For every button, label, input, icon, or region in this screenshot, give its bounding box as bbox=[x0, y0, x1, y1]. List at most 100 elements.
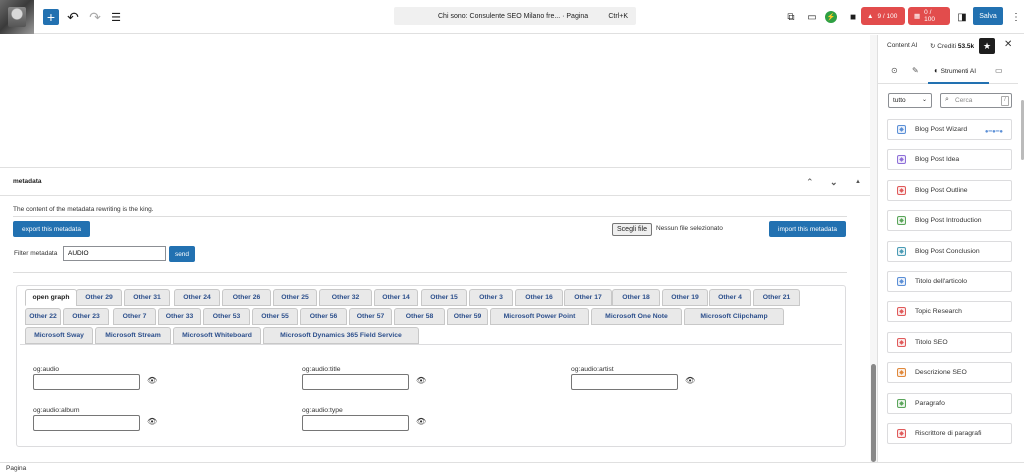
export-metadata-button[interactable]: export this metadata bbox=[13, 221, 90, 237]
choose-file-button[interactable]: Scegli file bbox=[612, 223, 652, 236]
tab-23[interactable]: Other 57 bbox=[349, 308, 392, 325]
search-icon: ⌕ bbox=[945, 96, 949, 103]
field-label: og:audio:type bbox=[302, 407, 343, 414]
view-page-icon[interactable]: ⧉ bbox=[782, 8, 800, 26]
eye-icon[interactable]: 👁 bbox=[685, 376, 695, 385]
refresh-icon[interactable]: ↻ bbox=[930, 43, 935, 50]
field-label: og:audio:title bbox=[302, 366, 341, 373]
tab-26[interactable]: Microsoft Power Point bbox=[490, 308, 589, 325]
tab-8[interactable]: Other 15 bbox=[421, 289, 467, 306]
tool-label: Paragrafo bbox=[915, 399, 945, 407]
tab-0[interactable]: open graph bbox=[25, 289, 77, 306]
tab-7[interactable]: Other 14 bbox=[374, 289, 418, 306]
write-tab-icon[interactable]: ✎ bbox=[912, 66, 919, 75]
eye-icon[interactable]: 👁 bbox=[147, 376, 157, 385]
tab-strumenti-ai[interactable]: ◐ Strumenti AI bbox=[934, 66, 976, 75]
tool-label: Blog Post Introduction bbox=[915, 217, 982, 225]
send-button[interactable]: send bbox=[169, 246, 195, 262]
sidebar-toggle-icon[interactable]: ◨ bbox=[953, 8, 971, 26]
tab-18[interactable]: Other 7 bbox=[113, 308, 156, 325]
tab-19[interactable]: Other 33 bbox=[158, 308, 201, 325]
site-icon[interactable] bbox=[0, 0, 34, 34]
performance-icon[interactable]: ⚡ bbox=[825, 11, 837, 23]
og-audio-title-input[interactable] bbox=[302, 374, 409, 390]
star-icon[interactable]: ★ bbox=[979, 38, 995, 54]
redo-icon[interactable]: ↷ bbox=[86, 8, 104, 26]
og-audio-type-input[interactable] bbox=[302, 415, 409, 431]
tab-32[interactable]: Microsoft Dynamics 365 Field Service bbox=[263, 327, 419, 344]
tab-27[interactable]: Microsoft One Note bbox=[591, 308, 682, 325]
tab-20[interactable]: Other 53 bbox=[203, 308, 250, 325]
collapse-arrow-icon[interactable]: ▲ bbox=[855, 179, 861, 185]
tool-item[interactable]: ◆ Blog Post Outline bbox=[887, 179, 1012, 201]
tab-14[interactable]: Other 4 bbox=[709, 289, 751, 306]
eye-icon[interactable]: 👁 bbox=[416, 376, 426, 385]
seo-score-badge[interactable]: ▲ 9 / 100 bbox=[861, 7, 905, 25]
eye-icon[interactable]: 👁 bbox=[147, 417, 157, 426]
undo-icon[interactable]: ↶ bbox=[64, 8, 82, 26]
tool-item[interactable]: ◆ Blog Post Idea bbox=[887, 149, 1012, 171]
tool-item[interactable]: ◆ Blog Post Introduction bbox=[887, 210, 1012, 232]
tool-icon: ◆ bbox=[897, 185, 906, 195]
tab-1[interactable]: Other 29 bbox=[76, 289, 122, 306]
save-button[interactable]: Salva bbox=[973, 7, 1003, 25]
tab-28[interactable]: Microsoft Clipchamp bbox=[684, 308, 784, 325]
og-audio-artist-input[interactable] bbox=[571, 374, 678, 390]
tool-item[interactable]: ◆ Paragrafo bbox=[887, 392, 1012, 414]
tab-11[interactable]: Other 17 bbox=[564, 289, 612, 306]
tool-item[interactable]: ◆ Riscrittore di paragrafi bbox=[887, 423, 1012, 444]
more-options-icon[interactable]: ⋮ bbox=[1007, 8, 1024, 26]
tab-5[interactable]: Other 25 bbox=[273, 289, 317, 306]
breadcrumb[interactable]: Pagina bbox=[6, 465, 26, 472]
chevron-up-icon[interactable]: ⌃ bbox=[806, 177, 814, 188]
chat-tab-icon[interactable]: ▭ bbox=[995, 66, 1003, 75]
tab-21[interactable]: Other 55 bbox=[252, 308, 298, 325]
field-label: og:audio:album bbox=[33, 407, 80, 414]
research-tab-icon[interactable]: ⊙ bbox=[891, 66, 898, 75]
tool-item[interactable]: ◆ Blog Post Wizard ●━●━● bbox=[887, 119, 1012, 140]
document-bar[interactable]: Chi sono: Consulente SEO Milano fre... ·… bbox=[394, 7, 636, 25]
tool-item[interactable]: ◆ Titolo SEO bbox=[887, 331, 1012, 353]
og-audio-album-input[interactable] bbox=[33, 415, 140, 431]
tab-30[interactable]: Microsoft Stream bbox=[95, 327, 171, 344]
tool-label: Riscrittore di paragrafi bbox=[915, 430, 982, 437]
eye-icon[interactable]: 👁 bbox=[416, 417, 426, 426]
tab-16[interactable]: Other 22 bbox=[25, 308, 61, 325]
canvas-scrollbar-thumb[interactable] bbox=[871, 364, 876, 462]
og-audio-input[interactable] bbox=[33, 374, 140, 390]
tool-item[interactable]: ◆ Blog Post Conclusion bbox=[887, 240, 1012, 262]
readability-score-badge[interactable]: ▦ 0 / 100 bbox=[908, 7, 950, 25]
tab-24[interactable]: Other 58 bbox=[394, 308, 445, 325]
preview-desktop-icon[interactable]: ▭ bbox=[803, 8, 821, 26]
tab-9[interactable]: Other 3 bbox=[469, 289, 513, 306]
tool-label: Blog Post Outline bbox=[915, 186, 968, 194]
tab-3[interactable]: Other 24 bbox=[174, 289, 220, 306]
tab-10[interactable]: Other 16 bbox=[515, 289, 563, 306]
tab-2[interactable]: Other 31 bbox=[124, 289, 170, 306]
category-select[interactable]: tutto ⌄ bbox=[888, 93, 932, 108]
tab-29[interactable]: Microsoft Sway bbox=[25, 327, 93, 344]
filter-input[interactable] bbox=[63, 246, 166, 261]
close-icon[interactable]: ✕ bbox=[1004, 39, 1012, 50]
tool-label: Descrizione SEO bbox=[915, 369, 967, 377]
tab-12[interactable]: Other 18 bbox=[612, 289, 660, 306]
plugin-icon[interactable]: ■ bbox=[844, 8, 862, 26]
tab-4[interactable]: Other 26 bbox=[222, 289, 271, 306]
import-metadata-button[interactable]: import this metadata bbox=[769, 221, 846, 237]
tab-31[interactable]: Microsoft Whiteboard bbox=[173, 327, 261, 344]
chevron-down-icon[interactable]: ⌄ bbox=[830, 177, 838, 188]
tool-item[interactable]: ◆ Descrizione SEO bbox=[887, 362, 1012, 384]
field-label: og:audio:artist bbox=[571, 366, 614, 373]
tab-22[interactable]: Other 56 bbox=[300, 308, 347, 325]
active-tab-indicator bbox=[928, 82, 989, 84]
document-overview-icon[interactable]: ☰ bbox=[107, 8, 125, 26]
tool-item[interactable]: ◆ Topic Research bbox=[887, 301, 1012, 323]
tab-25[interactable]: Other 59 bbox=[447, 308, 488, 325]
tool-search-input[interactable]: ⌕ Cerca / bbox=[940, 93, 1012, 108]
tab-15[interactable]: Other 21 bbox=[753, 289, 800, 306]
tab-17[interactable]: Other 23 bbox=[63, 308, 109, 325]
tab-13[interactable]: Other 19 bbox=[662, 289, 708, 306]
add-block-button[interactable]: + bbox=[43, 9, 59, 25]
tool-item[interactable]: ◆ Titolo dell'articolo bbox=[887, 271, 1012, 292]
tab-6[interactable]: Other 32 bbox=[319, 289, 372, 306]
